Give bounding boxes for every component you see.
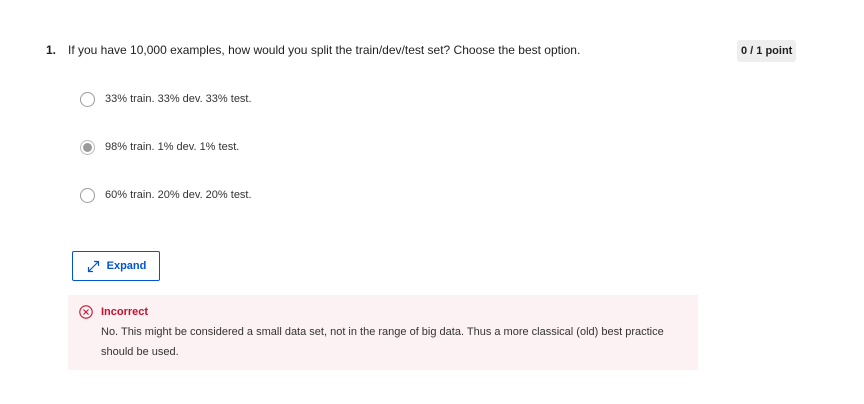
feedback-panel: Incorrect No. This might be considered a…: [68, 295, 698, 370]
feedback-status: Incorrect: [101, 306, 149, 318]
expand-arrows-icon: [86, 259, 101, 274]
radio-button[interactable]: [80, 187, 95, 203]
option-60-20-20[interactable]: 60% train. 20% dev. 20% test.: [80, 186, 252, 204]
option-label: 33% train. 33% dev. 33% test.: [105, 93, 252, 105]
option-33-33-33[interactable]: 33% train. 33% dev. 33% test.: [80, 90, 252, 108]
radio-dot: [83, 142, 92, 152]
option-label: 60% train. 20% dev. 20% test.: [105, 189, 252, 201]
option-98-1-1[interactable]: 98% train. 1% dev. 1% test.: [80, 138, 239, 156]
radio-button[interactable]: [80, 91, 95, 107]
expand-label: Expand: [106, 260, 147, 272]
question-text: If you have 10,000 examples, how would y…: [68, 43, 581, 57]
close-circle-icon: [79, 305, 93, 319]
radio-button-selected[interactable]: [80, 139, 95, 155]
question-number: 1.: [46, 43, 57, 57]
option-label: 98% train. 1% dev. 1% test.: [105, 141, 240, 153]
points-badge: 0 / 1 point: [737, 40, 797, 62]
expand-button[interactable]: Expand: [72, 251, 160, 281]
feedback-message: No. This might be considered a small dat…: [101, 326, 664, 358]
